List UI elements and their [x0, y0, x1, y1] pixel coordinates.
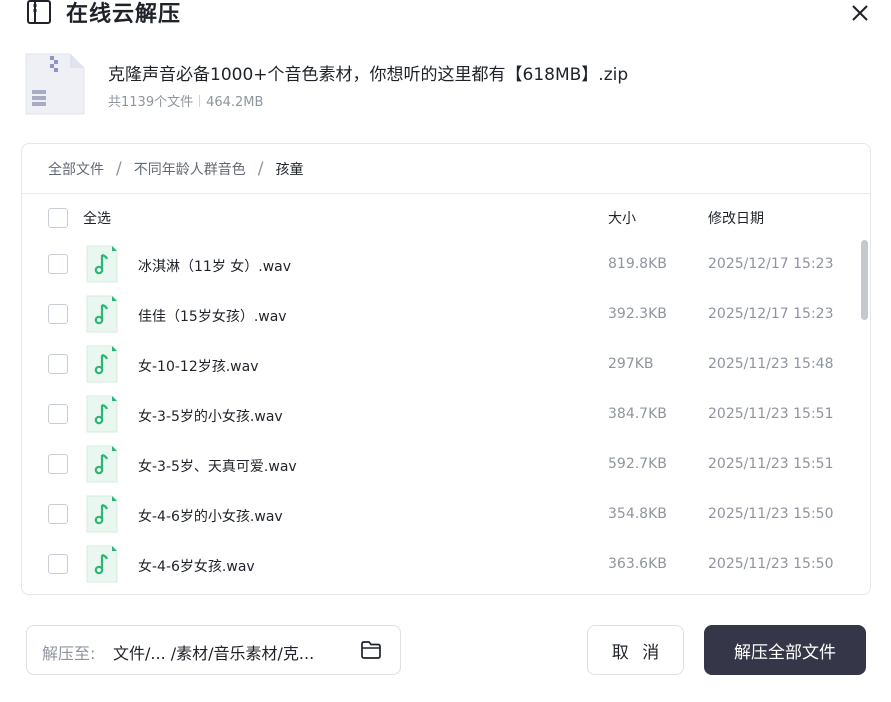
- table-row[interactable]: 冰淇淋（11岁 女）.wav 819.8KB 2025/12/17 15:23: [22, 240, 870, 290]
- row-checkbox[interactable]: [48, 554, 68, 574]
- file-name: 女-4-6岁女孩.wav: [138, 559, 255, 575]
- file-name: 女-3-5岁、天真可爱.wav: [138, 459, 297, 475]
- file-date: 2025/11/23 15:51: [708, 406, 834, 422]
- file-name: 女-3-5岁的小女孩.wav: [138, 409, 283, 425]
- row-checkbox[interactable]: [48, 454, 68, 474]
- zip-archive-icon: [25, 53, 85, 115]
- audio-file-icon: [86, 395, 118, 433]
- audio-file-icon: [86, 545, 118, 583]
- file-size: 354.8KB: [608, 506, 667, 522]
- file-date: 2025/11/23 15:50: [708, 506, 834, 522]
- extract-all-button[interactable]: 解压全部文件: [704, 625, 866, 675]
- destination-field[interactable]: 解压至: 文件/... /素材/音乐素材/克...: [26, 625, 401, 675]
- breadcrumb: 全部文件 / 不同年龄人群音色 / 孩童: [22, 144, 870, 194]
- file-date: 2025/12/17 15:23: [708, 256, 834, 272]
- archive-name: 克隆声音必备1000+个音色素材，你想听的这里都有【618MB】.zip: [108, 65, 629, 85]
- table-row[interactable]: 女-3-5岁、天真可爱.wav 592.7KB 2025/11/23 15:51: [22, 440, 870, 490]
- list-scrollbar[interactable]: [861, 240, 868, 320]
- file-list-panel: 全部文件 / 不同年龄人群音色 / 孩童 全选 大小 修改日期 冰淇淋（11岁 …: [21, 143, 871, 595]
- column-header-modified: 修改日期: [708, 211, 764, 227]
- file-size: 384.7KB: [608, 406, 667, 422]
- breadcrumb-item-all-files[interactable]: 全部文件: [48, 159, 104, 179]
- row-checkbox[interactable]: [48, 354, 68, 374]
- table-row[interactable]: 女-4-6岁的小女孩.wav 354.8KB 2025/11/23 15:50: [22, 490, 870, 540]
- close-icon[interactable]: [846, 0, 874, 28]
- meta-divider: [199, 95, 201, 107]
- file-date: 2025/11/23 15:48: [708, 356, 834, 372]
- select-all-label: 全选: [83, 211, 111, 227]
- select-all-checkbox[interactable]: [48, 208, 68, 228]
- audio-file-icon: [86, 295, 118, 333]
- file-date: 2025/12/17 15:23: [708, 306, 834, 322]
- file-rows: 冰淇淋（11岁 女）.wav 819.8KB 2025/12/17 15:23 …: [22, 240, 870, 590]
- table-header: 全选 大小 修改日期: [22, 194, 870, 240]
- archive-total-size: 464.2MB: [206, 95, 264, 110]
- file-size: 592.7KB: [608, 456, 667, 472]
- file-name: 女-4-6岁的小女孩.wav: [138, 509, 283, 525]
- file-size: 297KB: [608, 356, 654, 372]
- table-row[interactable]: 女-4-6岁女孩.wav 363.6KB 2025/11/23 15:50: [22, 540, 870, 590]
- file-name: 佳佳（15岁女孩）.wav: [138, 309, 287, 325]
- zip-file-icon: [27, 0, 51, 24]
- archive-file-count: 共1139个文件: [108, 95, 194, 110]
- file-name: 女-10-12岁孩.wav: [138, 359, 259, 375]
- file-size: 392.3KB: [608, 306, 667, 322]
- breadcrumb-separator: /: [257, 158, 264, 179]
- table-row[interactable]: 女-10-12岁孩.wav 297KB 2025/11/23 15:48: [22, 340, 870, 390]
- row-checkbox[interactable]: [48, 254, 68, 274]
- dialog-header: 在线云解压: [0, 0, 891, 30]
- audio-file-icon: [86, 245, 118, 283]
- dialog-title: 在线云解压: [66, 2, 182, 27]
- file-name: 冰淇淋（11岁 女）.wav: [138, 259, 292, 275]
- destination-path: 文件/... /素材/音乐素材/克...: [113, 644, 315, 663]
- archive-meta: 共1139个文件 464.2MB: [108, 91, 263, 110]
- row-checkbox[interactable]: [48, 304, 68, 324]
- breadcrumb-item-current: 孩童: [275, 161, 304, 178]
- table-row[interactable]: 佳佳（15岁女孩）.wav 392.3KB 2025/12/17 15:23: [22, 290, 870, 340]
- row-checkbox[interactable]: [48, 504, 68, 524]
- breadcrumb-separator: /: [116, 158, 122, 179]
- file-size: 819.8KB: [608, 256, 667, 272]
- breadcrumb-item-age-voices[interactable]: 不同年龄人群音色: [134, 159, 246, 179]
- file-date: 2025/11/23 15:51: [708, 456, 834, 472]
- column-header-size: 大小: [608, 211, 636, 227]
- audio-file-icon: [86, 345, 118, 383]
- audio-file-icon: [86, 445, 118, 483]
- table-row[interactable]: 女-3-5岁的小女孩.wav 384.7KB 2025/11/23 15:51: [22, 390, 870, 440]
- folder-icon[interactable]: [360, 640, 382, 660]
- row-checkbox[interactable]: [48, 404, 68, 424]
- destination-label: 解压至:: [42, 644, 96, 663]
- file-size: 363.6KB: [608, 556, 667, 572]
- cancel-button[interactable]: 取 消: [587, 625, 684, 675]
- file-date: 2025/11/23 15:50: [708, 556, 834, 572]
- audio-file-icon: [86, 495, 118, 533]
